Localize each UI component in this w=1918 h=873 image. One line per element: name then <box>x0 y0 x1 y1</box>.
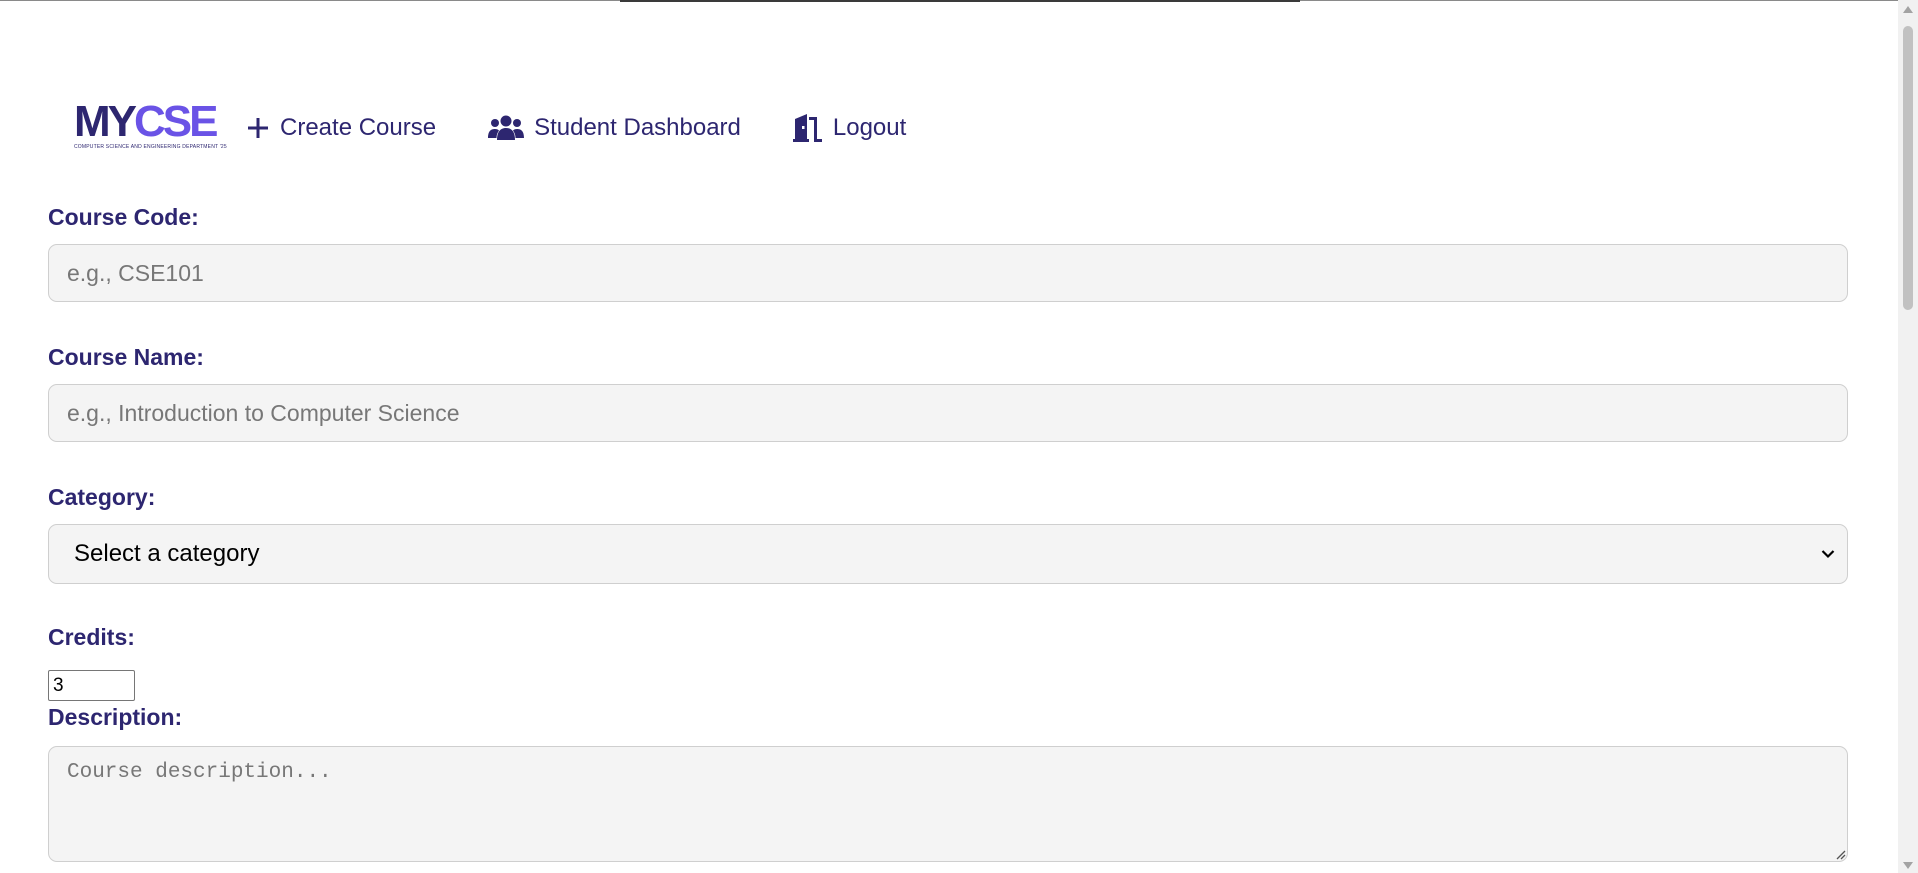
nav-create-course-label: Create Course <box>280 114 437 141</box>
nav-student-dashboard[interactable]: Student Dashboard <box>488 114 741 142</box>
nav-logout-label: Logout <box>832 114 907 141</box>
scroll-down-arrow-icon[interactable] <box>1903 862 1913 869</box>
logo-subtitle: COMPUTER SCIENCE AND ENGINEERING DEPARTM… <box>74 144 227 150</box>
scroll-up-arrow-icon[interactable] <box>1903 6 1913 13</box>
course-code-input[interactable] <box>48 244 1848 302</box>
category-label: Category: <box>48 484 156 510</box>
page: MYCSE COMPUTER SCIENCE AND ENGINEERING D… <box>0 0 1898 873</box>
category-selected-value: Select a category <box>74 540 260 567</box>
course-code-label: Course Code: <box>48 204 199 230</box>
credits-input[interactable] <box>48 670 135 701</box>
plus-icon <box>248 118 268 138</box>
resize-grip-icon[interactable] <box>1834 848 1846 860</box>
category-select[interactable]: Select a category <box>48 524 1848 584</box>
scroll-thumb[interactable] <box>1903 26 1913 310</box>
logo-accent: CSE <box>134 97 219 146</box>
description-label: Description: <box>48 704 183 730</box>
credits-label: Credits: <box>48 624 135 650</box>
navbar: MYCSE COMPUTER SCIENCE AND ENGINEERING D… <box>72 80 958 176</box>
chevron-down-icon <box>1821 550 1835 559</box>
users-icon <box>488 115 525 140</box>
course-name-input[interactable] <box>48 384 1848 442</box>
course-name-label: Course Name: <box>48 344 204 370</box>
vertical-scrollbar[interactable] <box>1898 0 1918 873</box>
door-exit-icon <box>792 114 822 142</box>
logo-text: MYCSE <box>74 97 219 146</box>
logo-primary: MY <box>74 97 137 146</box>
nav-logout[interactable]: Logout <box>792 113 907 143</box>
logo[interactable]: MYCSE COMPUTER SCIENCE AND ENGINEERING D… <box>72 100 227 156</box>
nav-student-dashboard-label: Student Dashboard <box>534 114 741 141</box>
nav-create-course[interactable]: Create Course <box>246 114 436 142</box>
description-textarea[interactable] <box>48 746 1848 862</box>
